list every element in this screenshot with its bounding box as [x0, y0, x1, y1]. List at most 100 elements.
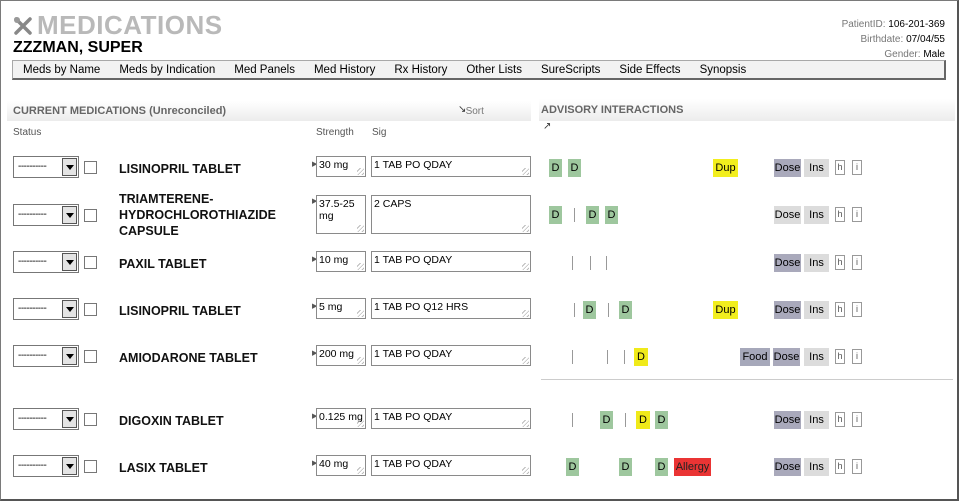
sort-label[interactable]: Sort [466, 106, 484, 117]
med-checkbox[interactable] [84, 161, 97, 174]
separator [624, 350, 625, 364]
drug-interaction-badge[interactable]: D [619, 458, 632, 476]
strength-field[interactable]: 200 mg [316, 345, 366, 366]
nav-meds-by-indication[interactable]: Meds by Indication [119, 64, 215, 76]
ins-button[interactable]: Ins [804, 348, 829, 366]
nav-med-history[interactable]: Med History [314, 64, 375, 76]
med-checkbox[interactable] [84, 413, 97, 426]
strength-field[interactable]: 37.5-25 mg [316, 195, 366, 234]
sig-field[interactable]: 2 CAPS [371, 195, 531, 234]
med-checkbox[interactable] [84, 350, 97, 363]
status-select[interactable]: ---------- [13, 298, 79, 320]
drug-interaction-badge[interactable]: D [600, 411, 613, 429]
major-interaction-badge[interactable]: D [636, 411, 650, 429]
duplicate-badge[interactable]: Dup [713, 301, 738, 319]
chevron-down-icon[interactable] [62, 158, 77, 176]
drug-interaction-badge[interactable]: D [605, 206, 618, 224]
history-button[interactable]: h [835, 412, 845, 427]
chevron-down-icon[interactable] [62, 300, 77, 318]
info-button[interactable]: i [852, 459, 862, 474]
sort-link[interactable]: Sort [460, 106, 484, 117]
history-button[interactable]: h [835, 255, 845, 270]
sig-field[interactable]: 1 TAB PO Q12 HRS [371, 298, 531, 319]
status-select[interactable]: ---------- [13, 455, 79, 477]
status-column-header: Status [13, 127, 42, 138]
nav-surescripts[interactable]: SureScripts [541, 64, 600, 76]
dose-button[interactable]: Dose [773, 348, 800, 366]
chevron-down-icon[interactable] [62, 253, 77, 271]
strength-field[interactable]: 30 mg [316, 156, 366, 177]
med-checkbox[interactable] [84, 303, 97, 316]
info-button[interactable]: i [852, 207, 862, 222]
gender: Male [923, 49, 945, 60]
med-checkbox[interactable] [84, 209, 97, 222]
info-button[interactable]: i [852, 255, 862, 270]
ins-button[interactable]: Ins [804, 411, 829, 429]
nav-rx-history[interactable]: Rx History [394, 64, 447, 76]
status-select[interactable]: ---------- [13, 345, 79, 367]
drug-interaction-badge[interactable]: D [655, 458, 668, 476]
status-select[interactable]: ---------- [13, 408, 79, 430]
dose-button[interactable]: Dose [774, 458, 801, 476]
divider [541, 379, 953, 380]
info-button[interactable]: i [852, 349, 862, 364]
chevron-down-icon[interactable] [62, 410, 77, 428]
drug-interaction-badge[interactable]: D [583, 301, 596, 319]
history-button[interactable]: h [835, 459, 845, 474]
allergy-badge[interactable]: Allergy [674, 458, 711, 476]
major-interaction-badge[interactable]: D [634, 348, 648, 366]
status-select[interactable]: ---------- [13, 251, 79, 273]
drug-interaction-badge[interactable]: D [586, 206, 599, 224]
med-checkbox[interactable] [84, 460, 97, 473]
drug-interaction-badge[interactable]: D [655, 411, 668, 429]
sig-field[interactable]: 1 TAB PO QDAY [371, 455, 531, 476]
drug-interaction-badge[interactable]: D [568, 159, 581, 177]
strength-field[interactable]: 40 mg [316, 455, 366, 476]
drug-interaction-badge[interactable]: D [549, 206, 562, 224]
strength-field[interactable]: 5 mg [316, 298, 366, 319]
nav-med-panels[interactable]: Med Panels [234, 64, 295, 76]
drug-interaction-badge[interactable]: D [549, 159, 562, 177]
med-checkbox[interactable] [84, 256, 97, 269]
info-button[interactable]: i [852, 412, 862, 427]
drug-interaction-badge[interactable]: D [619, 301, 632, 319]
duplicate-badge[interactable]: Dup [713, 159, 738, 177]
dose-button[interactable]: Dose [774, 254, 801, 272]
strength-field[interactable]: 0.125 mg [316, 408, 366, 429]
sig-field[interactable]: 1 TAB PO QDAY [371, 156, 531, 177]
dose-button[interactable]: Dose [774, 206, 801, 224]
strength-field[interactable]: 10 mg [316, 251, 366, 272]
ins-button[interactable]: Ins [804, 301, 829, 319]
nav-meds-by-name[interactable]: Meds by Name [23, 64, 100, 76]
ins-button[interactable]: Ins [804, 206, 829, 224]
ins-button[interactable]: Ins [804, 159, 829, 177]
drug-interaction-badge[interactable]: D [566, 458, 579, 476]
separator [608, 303, 609, 317]
info-button[interactable]: i [852, 302, 862, 317]
dose-button[interactable]: Dose [774, 301, 801, 319]
chevron-down-icon[interactable] [62, 457, 77, 475]
chevron-down-icon[interactable] [62, 347, 77, 365]
ins-button[interactable]: Ins [804, 458, 829, 476]
sig-field[interactable]: 1 TAB PO QDAY [371, 251, 531, 272]
dose-button[interactable]: Dose [774, 411, 801, 429]
advisory-arrow-icon[interactable]: ↗ [543, 121, 551, 132]
status-select[interactable]: ---------- [13, 156, 79, 178]
gender-label: Gender: [884, 49, 921, 60]
info-button[interactable]: i [852, 160, 862, 175]
dose-button[interactable]: Dose [774, 159, 801, 177]
nav-side-effects[interactable]: Side Effects [619, 64, 680, 76]
status-select[interactable]: ---------- [13, 204, 79, 226]
history-button[interactable]: h [835, 207, 845, 222]
sig-field[interactable]: 1 TAB PO QDAY [371, 345, 531, 366]
chevron-down-icon[interactable] [62, 206, 77, 224]
food-interaction-badge[interactable]: Food [740, 348, 770, 366]
nav-synopsis[interactable]: Synopsis [700, 64, 747, 76]
history-button[interactable]: h [835, 302, 845, 317]
history-button[interactable]: h [835, 160, 845, 175]
nav-other-lists[interactable]: Other Lists [466, 64, 522, 76]
separator [574, 303, 575, 317]
history-button[interactable]: h [835, 349, 845, 364]
sig-field[interactable]: 1 TAB PO QDAY [371, 408, 531, 429]
ins-button[interactable]: Ins [804, 254, 829, 272]
